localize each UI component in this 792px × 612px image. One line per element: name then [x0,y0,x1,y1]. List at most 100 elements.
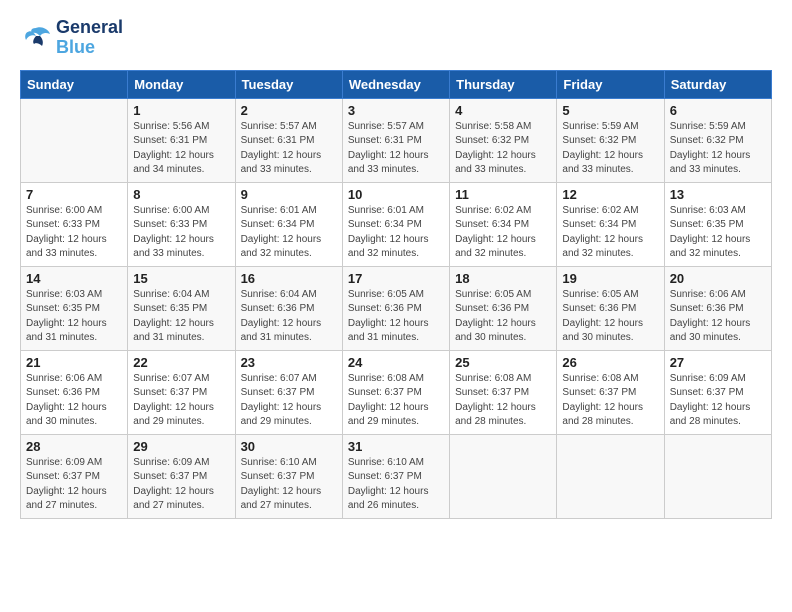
week-row-3: 21Sunrise: 6:06 AM Sunset: 6:36 PM Dayli… [21,350,772,434]
day-number: 4 [455,103,551,118]
day-number: 8 [133,187,229,202]
day-number: 24 [348,355,444,370]
day-cell: 14 Sunrise: 6:03 AM Sunset: 6:35 PM Dayli… [21,266,128,350]
day-cell: 8 Sunrise: 6:00 AM Sunset: 6:33 PM Daylig… [128,182,235,266]
week-row-2: 14 Sunrise: 6:03 AM Sunset: 6:35 PM Dayli… [21,266,772,350]
day-info: Sunrise: 6:00 AM Sunset: 6:33 PM Dayligh… [133,204,229,262]
day-cell: 2 Sunrise: 5:57 AM Sunset: 6:31 PM Daylig… [235,98,342,182]
day-info: Sunrise: 6:05 AM Sunset: 6:36 PM Dayligh… [348,288,444,346]
day-cell: 9Sunrise: 6:01 AM Sunset: 6:34 PM Daylig… [235,182,342,266]
day-cell: 31 Sunrise: 6:10 AM Sunset: 6:37 PM Dayli… [342,434,449,518]
day-info: Sunrise: 6:04 AM Sunset: 6:36 PM Dayligh… [241,288,337,346]
day-info: Sunrise: 6:08 AM Sunset: 6:37 PM Dayligh… [455,372,551,430]
day-cell [557,434,664,518]
day-info: Sunrise: 6:02 AM Sunset: 6:34 PM Dayligh… [455,204,551,262]
day-cell: 29Sunrise: 6:09 AM Sunset: 6:37 PM Dayli… [128,434,235,518]
day-info: Sunrise: 6:04 AM Sunset: 6:35 PM Dayligh… [133,288,229,346]
day-info: Sunrise: 6:07 AM Sunset: 6:37 PM Dayligh… [241,372,337,430]
day-number: 13 [670,187,766,202]
day-cell: 5Sunrise: 5:59 AM Sunset: 6:32 PM Daylig… [557,98,664,182]
header-cell-saturday: Saturday [664,70,771,98]
header-cell-friday: Friday [557,70,664,98]
day-info: Sunrise: 6:03 AM Sunset: 6:35 PM Dayligh… [26,288,122,346]
week-row-1: 7 Sunrise: 6:00 AM Sunset: 6:33 PM Daylig… [21,182,772,266]
calendar-body: 1Sunrise: 5:56 AM Sunset: 6:31 PM Daylig… [21,98,772,518]
day-number: 7 [26,187,122,202]
day-info: Sunrise: 6:02 AM Sunset: 6:34 PM Dayligh… [562,204,658,262]
day-info: Sunrise: 6:01 AM Sunset: 6:34 PM Dayligh… [348,204,444,262]
day-info: Sunrise: 6:00 AM Sunset: 6:33 PM Dayligh… [26,204,122,262]
day-number: 11 [455,187,551,202]
day-cell [21,98,128,182]
day-number: 25 [455,355,551,370]
day-number: 15 [133,271,229,286]
calendar-header-row: SundayMondayTuesdayWednesdayThursdayFrid… [21,70,772,98]
day-number: 16 [241,271,337,286]
day-cell: 13 Sunrise: 6:03 AM Sunset: 6:35 PM Dayli… [664,182,771,266]
day-cell: 6Sunrise: 5:59 AM Sunset: 6:32 PM Daylig… [664,98,771,182]
day-cell: 15 Sunrise: 6:04 AM Sunset: 6:35 PM Dayli… [128,266,235,350]
day-cell: 19Sunrise: 6:05 AM Sunset: 6:36 PM Dayli… [557,266,664,350]
day-info: Sunrise: 5:58 AM Sunset: 6:32 PM Dayligh… [455,120,551,178]
day-cell: 28 Sunrise: 6:09 AM Sunset: 6:37 PM Dayli… [21,434,128,518]
day-number: 2 [241,103,337,118]
day-info: Sunrise: 6:10 AM Sunset: 6:37 PM Dayligh… [348,456,444,514]
day-info: Sunrise: 6:08 AM Sunset: 6:37 PM Dayligh… [562,372,658,430]
day-cell [450,434,557,518]
calendar-table: SundayMondayTuesdayWednesdayThursdayFrid… [20,70,772,519]
day-number: 20 [670,271,766,286]
day-cell: 4 Sunrise: 5:58 AM Sunset: 6:32 PM Daylig… [450,98,557,182]
day-number: 23 [241,355,337,370]
day-info: Sunrise: 6:09 AM Sunset: 6:37 PM Dayligh… [26,456,122,514]
day-cell: 1Sunrise: 5:56 AM Sunset: 6:31 PM Daylig… [128,98,235,182]
day-cell: 30 Sunrise: 6:10 AM Sunset: 6:37 PM Dayli… [235,434,342,518]
day-cell: 17 Sunrise: 6:05 AM Sunset: 6:36 PM Dayli… [342,266,449,350]
day-number: 19 [562,271,658,286]
logo-text: General Blue [56,18,123,58]
day-number: 17 [348,271,444,286]
day-info: Sunrise: 6:08 AM Sunset: 6:37 PM Dayligh… [348,372,444,430]
day-info: Sunrise: 6:07 AM Sunset: 6:37 PM Dayligh… [133,372,229,430]
week-row-4: 28 Sunrise: 6:09 AM Sunset: 6:37 PM Dayli… [21,434,772,518]
day-info: Sunrise: 6:05 AM Sunset: 6:36 PM Dayligh… [455,288,551,346]
day-cell: 24 Sunrise: 6:08 AM Sunset: 6:37 PM Dayli… [342,350,449,434]
logo: General Blue [20,18,123,58]
day-number: 30 [241,439,337,454]
day-info: Sunrise: 6:03 AM Sunset: 6:35 PM Dayligh… [670,204,766,262]
header-cell-tuesday: Tuesday [235,70,342,98]
day-info: Sunrise: 6:10 AM Sunset: 6:37 PM Dayligh… [241,456,337,514]
header-cell-monday: Monday [128,70,235,98]
day-info: Sunrise: 5:57 AM Sunset: 6:31 PM Dayligh… [241,120,337,178]
day-cell: 10 Sunrise: 6:01 AM Sunset: 6:34 PM Dayli… [342,182,449,266]
day-info: Sunrise: 6:09 AM Sunset: 6:37 PM Dayligh… [133,456,229,514]
header-cell-sunday: Sunday [21,70,128,98]
day-number: 14 [26,271,122,286]
day-cell: 7 Sunrise: 6:00 AM Sunset: 6:33 PM Daylig… [21,182,128,266]
day-cell: 27Sunrise: 6:09 AM Sunset: 6:37 PM Dayli… [664,350,771,434]
header-area: General Blue [20,18,772,58]
day-cell: 18Sunrise: 6:05 AM Sunset: 6:36 PM Dayli… [450,266,557,350]
day-cell: 26 Sunrise: 6:08 AM Sunset: 6:37 PM Dayli… [557,350,664,434]
header-cell-thursday: Thursday [450,70,557,98]
day-number: 31 [348,439,444,454]
header-cell-wednesday: Wednesday [342,70,449,98]
day-info: Sunrise: 6:06 AM Sunset: 6:36 PM Dayligh… [670,288,766,346]
day-cell: 22Sunrise: 6:07 AM Sunset: 6:37 PM Dayli… [128,350,235,434]
day-info: Sunrise: 5:59 AM Sunset: 6:32 PM Dayligh… [670,120,766,178]
day-info: Sunrise: 6:01 AM Sunset: 6:34 PM Dayligh… [241,204,337,262]
day-cell [664,434,771,518]
day-info: Sunrise: 5:56 AM Sunset: 6:31 PM Dayligh… [133,120,229,178]
day-cell: 23 Sunrise: 6:07 AM Sunset: 6:37 PM Dayli… [235,350,342,434]
day-number: 10 [348,187,444,202]
day-cell: 20 Sunrise: 6:06 AM Sunset: 6:36 PM Dayli… [664,266,771,350]
day-info: Sunrise: 6:09 AM Sunset: 6:37 PM Dayligh… [670,372,766,430]
page-container: General Blue SundayMondayTuesdayWednesda… [0,0,792,529]
day-info: Sunrise: 5:59 AM Sunset: 6:32 PM Dayligh… [562,120,658,178]
day-number: 28 [26,439,122,454]
day-info: Sunrise: 5:57 AM Sunset: 6:31 PM Dayligh… [348,120,444,178]
day-cell: 3Sunrise: 5:57 AM Sunset: 6:31 PM Daylig… [342,98,449,182]
day-cell: 25 Sunrise: 6:08 AM Sunset: 6:37 PM Dayli… [450,350,557,434]
day-number: 21 [26,355,122,370]
day-cell: 11 Sunrise: 6:02 AM Sunset: 6:34 PM Dayli… [450,182,557,266]
day-number: 26 [562,355,658,370]
